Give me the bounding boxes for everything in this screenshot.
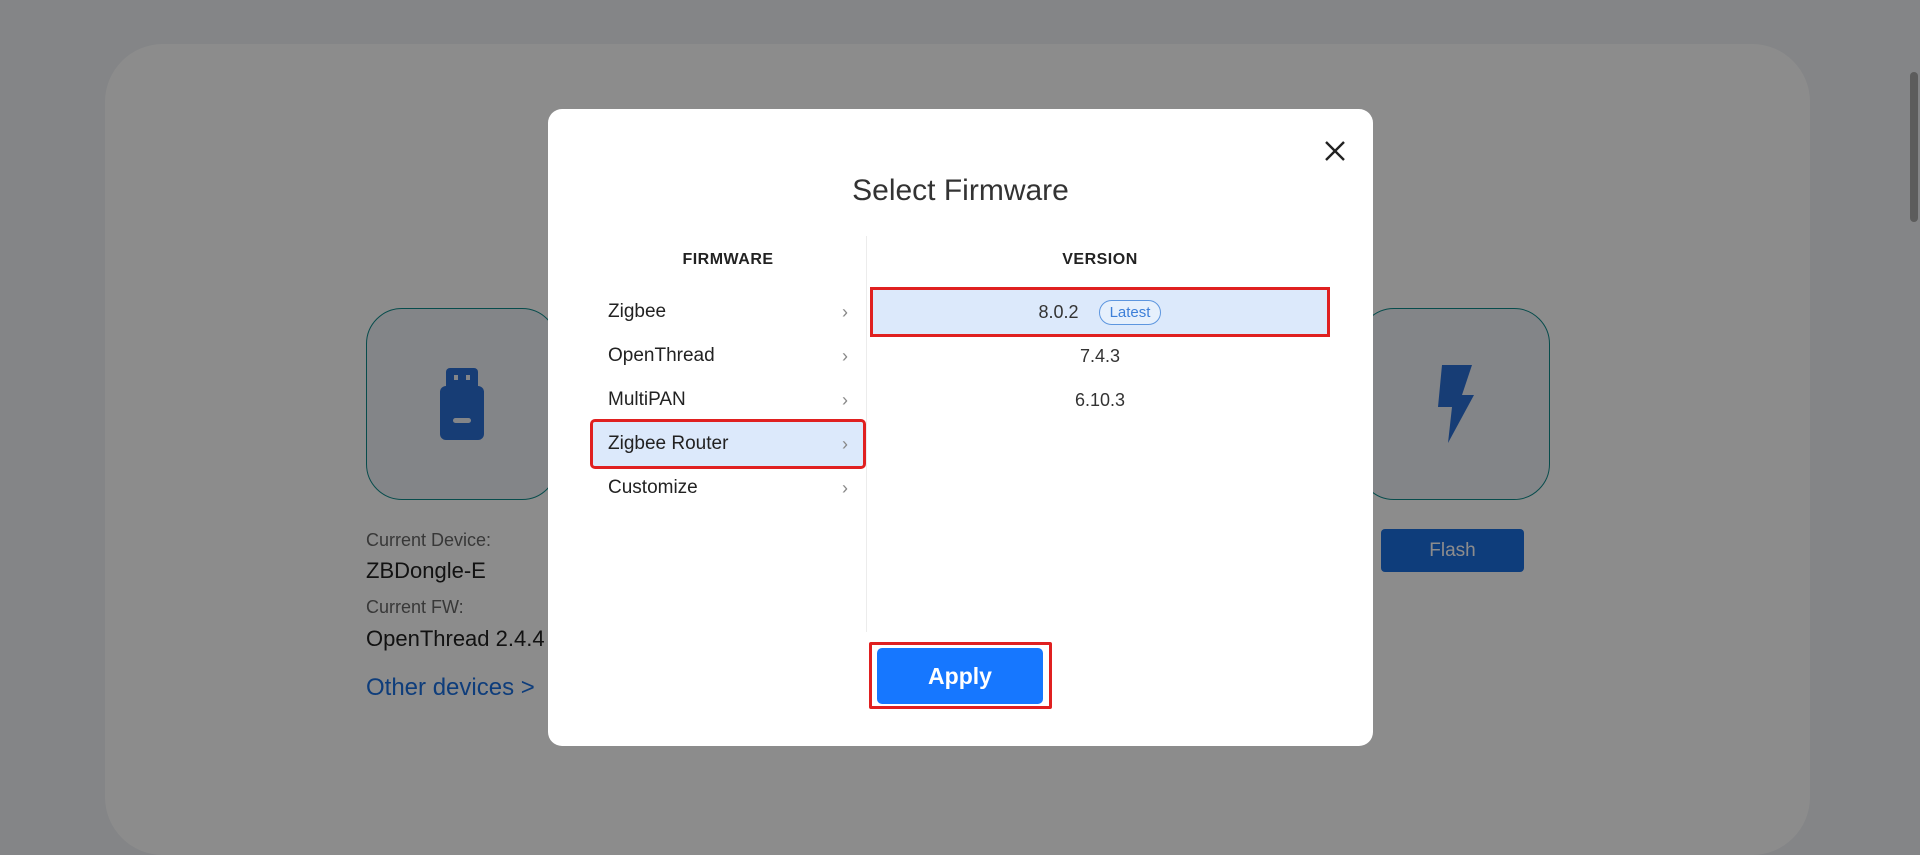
chevron-right-icon: › (842, 345, 848, 366)
dialog-title: Select Firmware (852, 174, 1069, 207)
latest-badge: Latest (1098, 299, 1162, 325)
version-item-6-10-3[interactable]: 6.10.3 (873, 378, 1327, 422)
close-button[interactable] (1318, 134, 1352, 168)
firmware-item-label: MultiPAN (608, 389, 686, 410)
version-label: 6.10.3 (1074, 389, 1126, 410)
scrollbar-thumb[interactable] (1910, 72, 1918, 222)
page-scrollbar[interactable] (1906, 0, 1920, 855)
firmware-item-label: OpenThread (608, 345, 715, 366)
apply-button[interactable]: Apply (877, 648, 1043, 704)
firmware-item-multipan[interactable]: MultiPAN › (593, 378, 863, 422)
close-icon (1325, 141, 1345, 161)
firmware-item-label: Zigbee Router (608, 433, 729, 454)
firmware-item-label: Customize (608, 477, 698, 498)
version-label: 7.4.3 (1079, 345, 1121, 366)
version-item-7-4-3[interactable]: 7.4.3 (873, 334, 1327, 378)
version-column-header: VERSION (1062, 251, 1138, 268)
firmware-item-label: Zigbee (608, 301, 667, 322)
firmware-item-customize[interactable]: Customize › (593, 466, 863, 510)
firmware-item-zigbee-router[interactable]: Zigbee Router › (590, 419, 866, 469)
firmware-item-openthread[interactable]: OpenThread › (593, 334, 863, 378)
firmware-item-zigbee[interactable]: Zigbee › (593, 290, 863, 334)
column-divider (866, 236, 867, 632)
chevron-right-icon: › (842, 389, 848, 410)
version-item-8-0-2[interactable]: 8.0.2 Latest (870, 287, 1330, 337)
chevron-right-icon: › (842, 301, 848, 322)
version-label: 8.0.2 (1038, 301, 1079, 322)
chevron-right-icon: › (842, 433, 848, 454)
firmware-column-header: FIRMWARE (682, 251, 774, 268)
chevron-right-icon: › (842, 477, 848, 498)
